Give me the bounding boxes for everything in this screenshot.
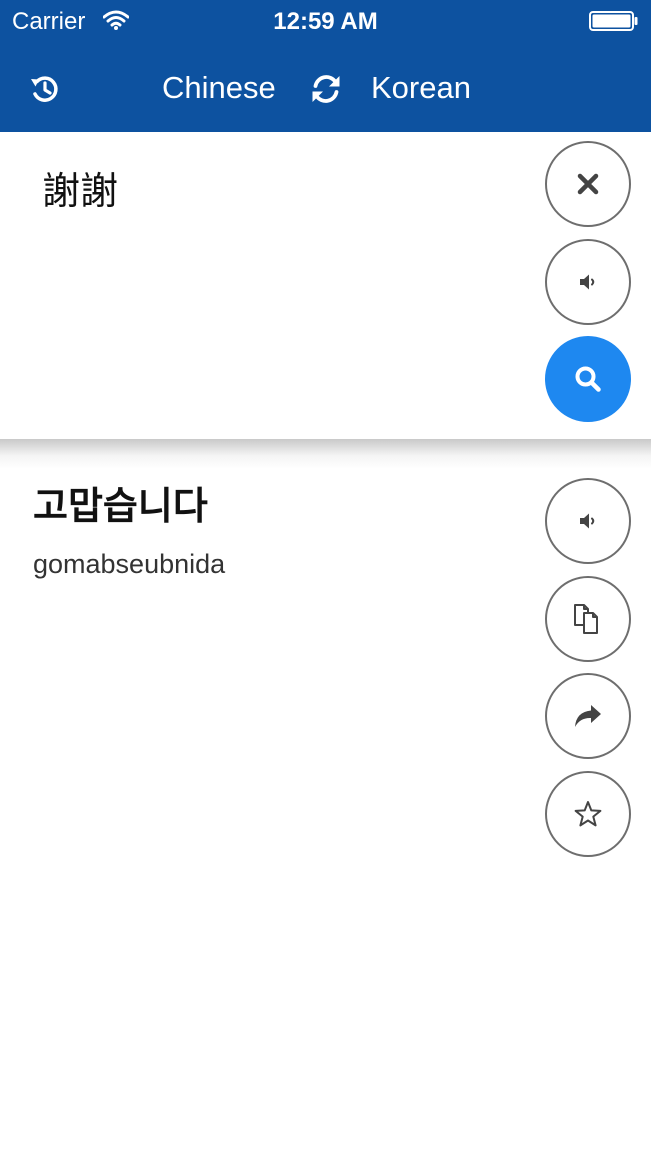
target-language-button[interactable]: Korean [371, 68, 471, 108]
clear-button[interactable] [545, 141, 631, 227]
speaker-icon [580, 274, 595, 290]
star-icon [574, 801, 602, 827]
copy-icon [574, 604, 598, 634]
search-icon [575, 366, 601, 392]
share-icon [575, 705, 601, 727]
swap-languages-icon[interactable] [310, 73, 342, 105]
status-bar: Carrier 12:59 AM [0, 0, 651, 44]
battery-icon [589, 11, 638, 31]
panel-divider [0, 439, 651, 469]
copy-button[interactable] [545, 576, 631, 662]
favorite-button[interactable] [545, 771, 631, 857]
translated-text: 고맙습니다 [33, 486, 208, 528]
speaker-icon [580, 513, 595, 529]
close-icon [577, 173, 599, 195]
share-button[interactable] [545, 673, 631, 759]
history-icon[interactable] [28, 72, 62, 106]
status-time: 12:59 AM [273, 8, 378, 35]
source-language-button[interactable]: Chinese [162, 68, 276, 108]
speak-source-button[interactable] [545, 239, 631, 325]
source-text-input[interactable]: 謝謝 [42, 170, 118, 214]
romanization-text: gomabseubnida [33, 549, 226, 579]
translate-button[interactable] [545, 336, 631, 422]
speak-result-button[interactable] [545, 478, 631, 564]
nav-bar: Chinese Korean [0, 44, 651, 132]
